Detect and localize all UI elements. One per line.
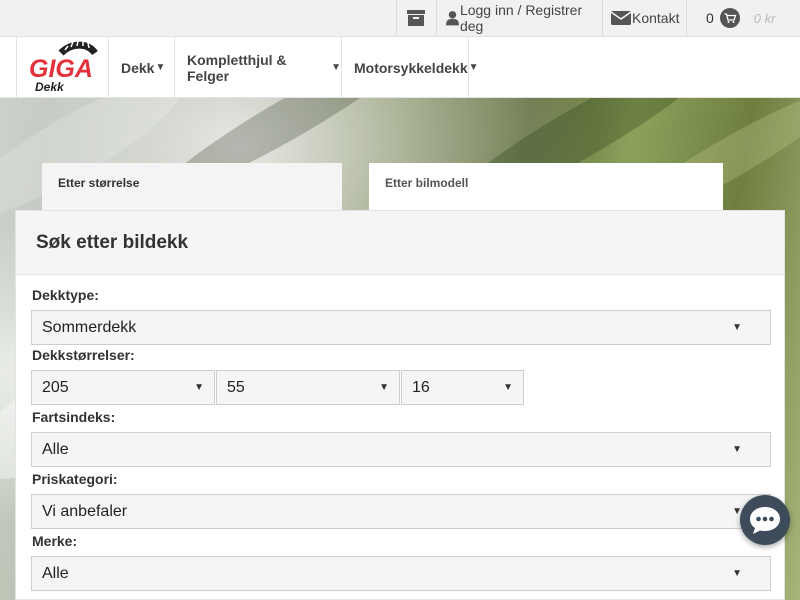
- nav-item-label: Motorsykkeldekk: [354, 59, 468, 76]
- cart-count: 0: [706, 10, 714, 26]
- caret-down-icon: ▼: [732, 444, 742, 455]
- nav-item-dekk[interactable]: Dekk ▼: [109, 37, 175, 98]
- logo-text: GIGA: [29, 55, 93, 83]
- cart-button[interactable]: 0 0 kr: [700, 0, 800, 36]
- caret-down-icon: ▼: [194, 382, 204, 393]
- tire-sizes-label: Dekkstørrelser:: [32, 347, 135, 363]
- select-value: Alle: [42, 441, 69, 458]
- speed-index-label: Fartsindeks:: [32, 409, 116, 425]
- price-category-label: Priskategori:: [32, 471, 118, 487]
- select-value: 205: [42, 379, 69, 396]
- tire-profile-select[interactable]: 55 ▼: [216, 370, 400, 405]
- login-label: Logg inn / Registrer deg: [459, 2, 583, 34]
- tab-by-size[interactable]: Etter størrelse: [42, 163, 342, 211]
- giga-dekk-logo[interactable]: GIGA Dekk: [16, 37, 109, 98]
- speed-index-select[interactable]: Alle ▼: [31, 432, 771, 467]
- tire-rim-select[interactable]: 16 ▼: [401, 370, 524, 405]
- tire-type-label: Dekktype:: [32, 287, 99, 303]
- caret-down-icon: ▼: [732, 322, 742, 333]
- tire-width-select[interactable]: 205 ▼: [31, 370, 215, 405]
- select-value: Vi anbefaler: [42, 503, 128, 520]
- select-value: 16: [412, 379, 430, 396]
- divider: [436, 0, 437, 36]
- nav-item-label: Kompletthjul & Felger: [187, 51, 287, 84]
- contact-link[interactable]: Kontakt: [611, 0, 683, 36]
- tab-label: Etter størrelse: [58, 176, 140, 190]
- nav-item-kompletthjul[interactable]: Kompletthjul & Felger ▼: [175, 37, 342, 98]
- envelope-icon: [611, 11, 631, 25]
- tire-search-panel: Søk etter bildekk Dekktype: Sommerdekk ▼…: [15, 210, 785, 600]
- caret-down-icon: ▼: [379, 382, 389, 393]
- tab-label: Etter bilmodell: [385, 176, 469, 190]
- select-value: Sommerdekk: [42, 319, 137, 336]
- login-link[interactable]: Logg inn / Registrer deg: [446, 0, 598, 36]
- utility-bar: Logg inn / Registrer deg Kontakt 0 0 kr: [0, 0, 800, 37]
- chat-button[interactable]: [740, 495, 790, 545]
- tire-type-select[interactable]: Sommerdekk ▼: [31, 310, 771, 345]
- logo-subtext: Dekk: [35, 80, 65, 94]
- caret-down-icon: ▼: [331, 62, 341, 73]
- archive-icon[interactable]: [396, 0, 436, 36]
- brand-label: Merke:: [32, 533, 78, 549]
- caret-down-icon: ▼: [155, 62, 166, 73]
- caret-down-icon: ▼: [503, 382, 513, 393]
- main-nav: GIGA Dekk Dekk ▼ Kompletthjul & Felger ▼ M…: [0, 37, 800, 98]
- select-value: Alle: [42, 565, 69, 582]
- caret-down-icon: ▼: [468, 62, 479, 73]
- chat-icon: [750, 507, 780, 534]
- panel-title: Søk etter bildekk: [16, 211, 784, 275]
- cart-price: 0 kr: [753, 10, 776, 26]
- contact-label: Kontakt: [632, 10, 680, 26]
- user-icon: [446, 11, 459, 26]
- caret-down-icon: ▼: [732, 568, 742, 579]
- price-category-select[interactable]: Vi anbefaler ▼: [31, 494, 771, 529]
- cart-icon: [719, 8, 740, 28]
- nav-item-motorsykkeldekk[interactable]: Motorsykkeldekk ▼: [342, 37, 479, 98]
- nav-item-label: Dekk: [121, 59, 155, 76]
- divider: [686, 0, 687, 36]
- select-value: 55: [227, 379, 245, 396]
- brand-select[interactable]: Alle ▼: [31, 556, 771, 591]
- divider: [602, 0, 603, 36]
- tab-by-car-model[interactable]: Etter bilmodell: [369, 163, 723, 211]
